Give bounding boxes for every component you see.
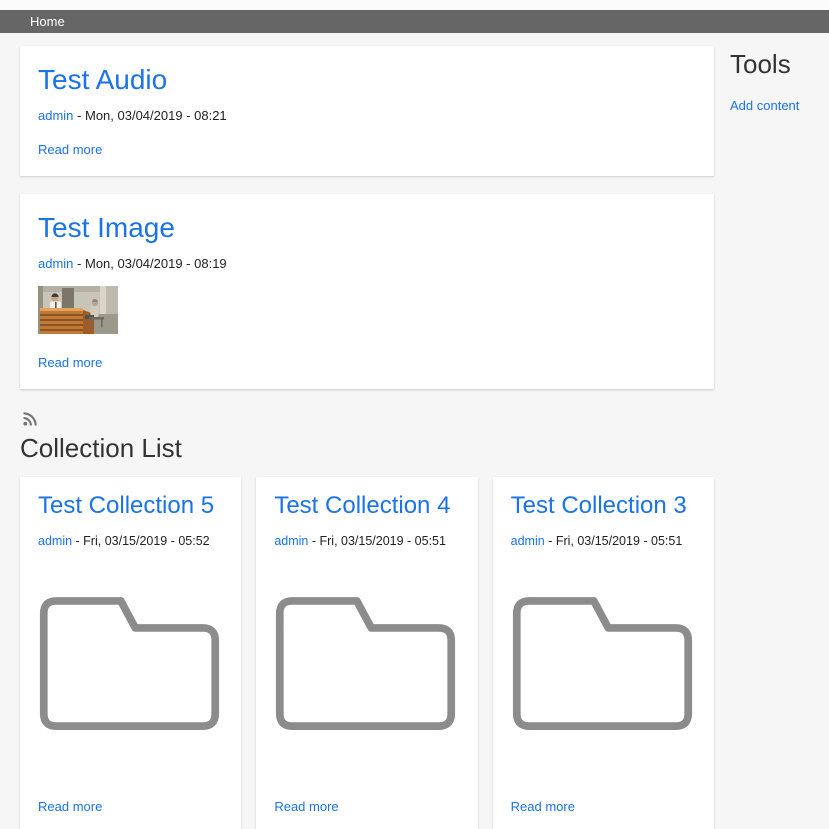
folder-icon[interactable] <box>38 595 223 735</box>
article-title: Test Image <box>38 213 696 244</box>
article-title-link[interactable]: Test Audio <box>38 64 167 95</box>
article-title: Test Audio <box>38 65 696 96</box>
tools-sidebar: Tools Add content <box>730 46 813 829</box>
article-date: - Mon, 03/04/2019 - 08:21 <box>77 108 227 123</box>
collection-title-link[interactable]: Test Collection 5 <box>38 492 214 519</box>
collection-byline: admin - Fri, 03/15/2019 - 05:51 <box>511 534 696 548</box>
collection-card: Test Collection 4 admin - Fri, 03/15/201… <box>256 477 477 829</box>
article-card: Test Audio admin - Mon, 03/04/2019 - 08:… <box>20 46 714 176</box>
collection-title-link[interactable]: Test Collection 4 <box>274 492 450 519</box>
read-more-link[interactable]: Read more <box>274 800 459 815</box>
collection-title: Test Collection 3 <box>511 493 696 519</box>
author-link[interactable]: admin <box>511 534 545 548</box>
collection-grid: Test Collection 5 admin - Fri, 03/15/201… <box>20 477 714 829</box>
main-content: Test Audio admin - Mon, 03/04/2019 - 08:… <box>20 46 714 829</box>
collection-title: Test Collection 5 <box>38 493 223 519</box>
collection-title: Test Collection 4 <box>274 493 459 519</box>
article-byline: admin - Mon, 03/04/2019 - 08:21 <box>38 109 696 124</box>
article-byline: admin - Mon, 03/04/2019 - 08:19 <box>38 257 696 272</box>
tools-heading: Tools <box>730 50 813 79</box>
collection-card: Test Collection 5 admin - Fri, 03/15/201… <box>20 477 241 829</box>
read-more-link[interactable]: Read more <box>511 800 696 815</box>
article-card: Test Image admin - Mon, 03/04/2019 - 08:… <box>20 194 714 390</box>
collection-date: - Fri, 03/15/2019 - 05:51 <box>548 534 682 548</box>
article-title-link[interactable]: Test Image <box>38 212 175 243</box>
article-date: - Mon, 03/04/2019 - 08:19 <box>77 256 227 271</box>
article-thumbnail-image[interactable] <box>38 286 696 339</box>
breadcrumb-home-link[interactable]: Home <box>30 14 65 29</box>
read-more-link[interactable]: Read more <box>38 143 102 158</box>
collection-date: - Fri, 03/15/2019 - 05:51 <box>312 534 446 548</box>
page-layout: Test Audio admin - Mon, 03/04/2019 - 08:… <box>0 33 829 829</box>
author-link[interactable]: admin <box>274 534 308 548</box>
folder-icon[interactable] <box>511 595 696 735</box>
collection-date: - Fri, 03/15/2019 - 05:52 <box>76 534 210 548</box>
top-strip <box>0 0 829 10</box>
collection-byline: admin - Fri, 03/15/2019 - 05:52 <box>38 534 223 548</box>
author-link[interactable]: admin <box>38 108 73 123</box>
collection-list-heading: Collection List <box>20 434 714 463</box>
feed-row <box>20 407 714 434</box>
breadcrumb-navbar: Home <box>0 10 829 33</box>
author-link[interactable]: admin <box>38 256 73 271</box>
add-content-link[interactable]: Add content <box>730 98 799 113</box>
read-more-link[interactable]: Read more <box>38 356 102 371</box>
collection-title-link[interactable]: Test Collection 3 <box>511 492 687 519</box>
collection-byline: admin - Fri, 03/15/2019 - 05:51 <box>274 534 459 548</box>
rss-feed-icon[interactable] <box>22 414 38 431</box>
folder-icon[interactable] <box>274 595 459 735</box>
read-more-link[interactable]: Read more <box>38 800 223 815</box>
author-link[interactable]: admin <box>38 534 72 548</box>
collection-card: Test Collection 3 admin - Fri, 03/15/201… <box>493 477 714 829</box>
